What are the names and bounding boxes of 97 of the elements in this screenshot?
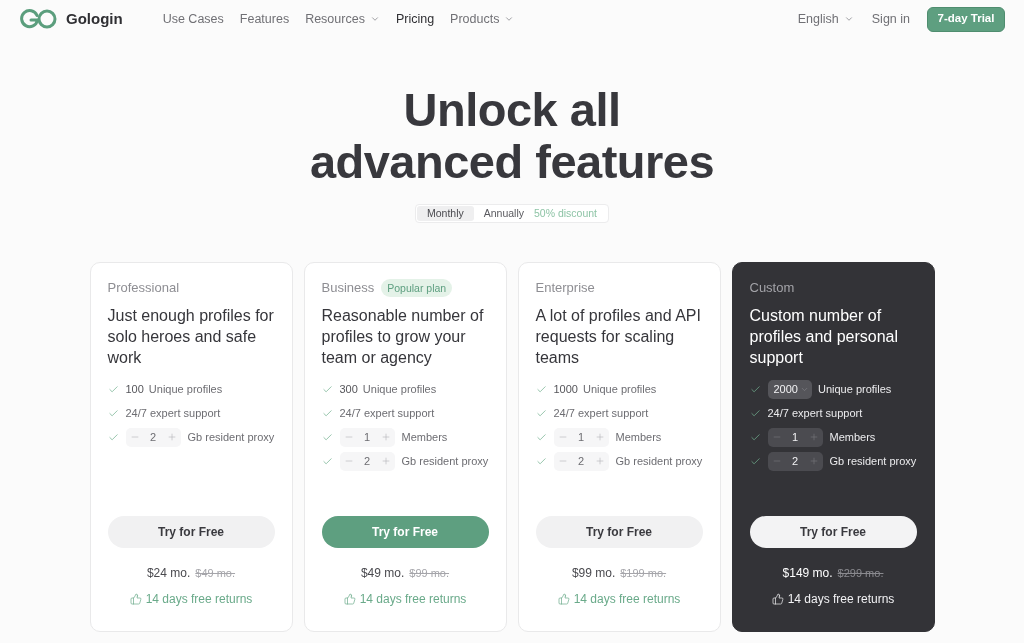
check-icon — [535, 455, 547, 467]
feature-label: 24/7 expert support — [339, 406, 435, 420]
stepper-value: 1 — [791, 430, 799, 444]
feature-label: Members — [615, 430, 662, 444]
plan-description: A lot of profiles and API requests for scaling teams — [535, 306, 702, 368]
quantity-stepper[interactable]: 1 — [339, 427, 395, 447]
stepper-value: 2 — [791, 454, 799, 468]
plan-price: $49 mo. — [360, 565, 405, 581]
billing-option[interactable]: Annually — [473, 206, 534, 221]
feature-count: 300 — [339, 382, 358, 396]
feature-label: Gb resident proxy — [401, 454, 489, 468]
check-icon — [535, 407, 547, 419]
old-price: $199 mo. — [620, 566, 667, 581]
plan-name: Professional — [107, 279, 180, 297]
hero-heading: Unlock all advanced features — [308, 84, 716, 188]
old-price: $299 mo. — [837, 566, 884, 581]
chevron-down-icon — [843, 14, 854, 24]
feature-label: Gb resident proxy — [615, 454, 703, 468]
try-free-button[interactable]: Try for Free — [535, 516, 703, 548]
plus-icon[interactable] — [380, 432, 391, 442]
quantity-stepper[interactable]: 2 — [767, 451, 823, 471]
logo-icon[interactable] — [20, 9, 57, 29]
plan-price: $99 mo. — [571, 565, 616, 581]
check-icon — [107, 383, 119, 395]
feature-label: 24/7 expert support — [125, 406, 221, 420]
stepper-value: 1 — [363, 430, 371, 444]
check-icon — [321, 383, 333, 395]
try-free-button[interactable]: Try for Free — [107, 516, 275, 548]
check-icon — [321, 431, 333, 443]
nav-link[interactable]: Products — [450, 9, 515, 29]
check-icon — [535, 431, 547, 443]
feature-count: 100 — [125, 382, 144, 396]
nav-link[interactable]: Resources — [305, 9, 380, 29]
brand-name[interactable]: Gologin — [66, 7, 123, 31]
sign-in-link[interactable]: Sign in — [871, 9, 910, 29]
feature-label: Unique profiles — [583, 382, 657, 396]
plus-icon[interactable] — [166, 432, 177, 442]
feature-label: Members — [829, 430, 876, 444]
stepper-value: 2 — [149, 430, 157, 444]
check-icon — [321, 455, 333, 467]
returns-note: 14 days free returns — [787, 591, 895, 607]
plus-icon[interactable] — [594, 432, 605, 442]
check-icon — [107, 431, 119, 443]
check-icon — [749, 383, 761, 395]
plan-name: Custom — [749, 279, 795, 297]
nav-link[interactable]: Pricing — [395, 9, 435, 29]
plan-price: $24 mo. — [146, 565, 191, 581]
check-icon — [535, 383, 547, 395]
feature-label: Members — [401, 430, 448, 444]
billing-option[interactable]: Monthly — [416, 206, 474, 221]
plan-description: Reasonable number of profiles to grow your team or agency — [321, 306, 485, 368]
discount-label: 50% discount — [534, 205, 599, 221]
quantity-stepper[interactable]: 2 — [553, 451, 609, 471]
check-icon — [749, 431, 761, 443]
try-free-button[interactable]: Try for Free — [749, 516, 917, 548]
check-icon — [321, 407, 333, 419]
feature-label: Unique profiles — [362, 382, 437, 396]
feature-label: 24/7 expert support — [553, 406, 649, 420]
stepper-value: 1 — [577, 430, 585, 444]
stepper-value: 2 — [363, 454, 371, 468]
thumbs-up-icon — [343, 593, 356, 605]
old-price: $99 mo. — [409, 566, 450, 581]
quantity-stepper[interactable]: 1 — [767, 427, 823, 447]
old-price: $49 mo. — [195, 566, 236, 581]
plan-description: Custom number of profiles and personal support — [749, 306, 900, 368]
feature-count: 1000 — [553, 382, 578, 396]
profiles-select[interactable]: 2000 — [767, 379, 812, 399]
plus-icon[interactable] — [594, 456, 605, 466]
feature-label: 24/7 expert support — [767, 406, 863, 420]
thumbs-up-icon — [129, 593, 142, 605]
check-icon — [749, 407, 761, 419]
returns-note: 14 days free returns — [359, 591, 467, 607]
quantity-stepper[interactable]: 1 — [553, 427, 609, 447]
nav-link[interactable]: Use Cases — [162, 9, 224, 29]
returns-note: 14 days free returns — [145, 591, 253, 607]
quantity-stepper[interactable]: 2 — [125, 427, 181, 447]
plan-name: Business — [321, 279, 375, 297]
thumbs-up-icon — [557, 593, 570, 605]
quantity-stepper[interactable]: 2 — [339, 451, 395, 471]
nav-link[interactable]: Features — [239, 9, 290, 29]
plan-description: Just enough profiles for solo heroes and safe work — [107, 306, 275, 368]
popular-badge: Popular plan — [381, 279, 453, 297]
check-icon — [107, 407, 119, 419]
stepper-value: 2 — [577, 454, 585, 468]
try-free-button[interactable]: Try for Free — [321, 516, 489, 548]
feature-label: Unique profiles — [148, 382, 223, 396]
language-selector[interactable]: English — [797, 9, 854, 29]
feature-label: Gb resident proxy — [829, 454, 917, 468]
feature-label: Unique profiles — [818, 382, 892, 396]
check-icon — [749, 455, 761, 467]
plan-name: Enterprise — [535, 279, 595, 297]
thumbs-up-icon — [771, 593, 784, 605]
returns-note: 14 days free returns — [573, 591, 681, 607]
feature-label: Gb resident proxy — [187, 430, 275, 444]
plan-price: $149 mo. — [782, 565, 833, 581]
trial-button[interactable]: 7-day Trial — [927, 6, 1005, 32]
plus-icon[interactable] — [380, 456, 391, 466]
